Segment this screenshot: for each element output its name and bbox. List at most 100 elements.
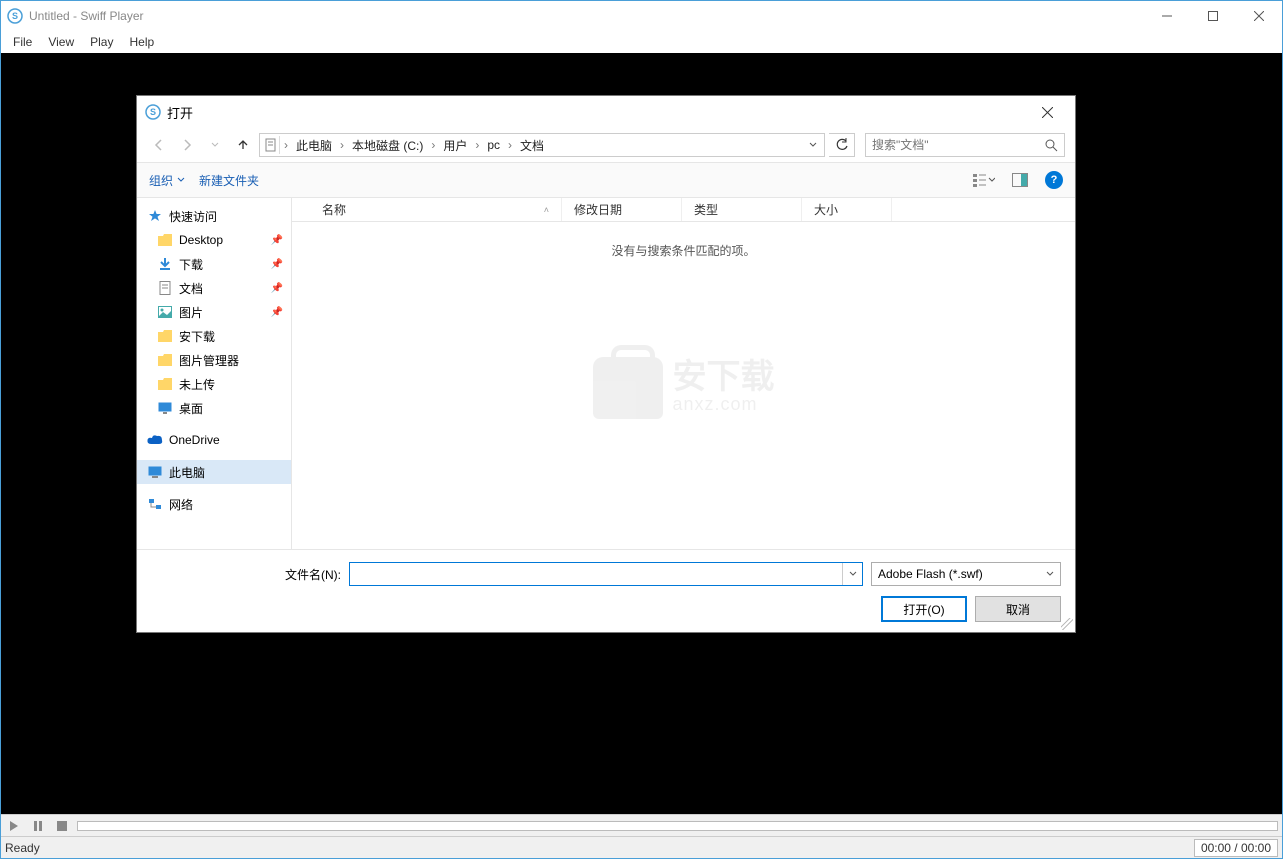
file-open-dialog: S 打开 › 此电脑 › 本地磁盘 (C:) › 用户 [136,95,1076,633]
play-button[interactable] [5,818,23,834]
tree-picmgr[interactable]: 图片管理器 [137,348,291,372]
dialog-titlebar: S 打开 [137,96,1075,128]
tree-label: 安下载 [179,328,215,345]
open-button[interactable]: 打开(O) [881,596,967,622]
cloud-icon [147,432,163,448]
column-size[interactable]: 大小 [802,198,892,221]
view-mode-button[interactable] [973,169,995,191]
minimize-button[interactable] [1144,1,1190,31]
up-button[interactable] [231,133,255,157]
new-folder-button[interactable]: 新建文件夹 [199,172,259,189]
empty-message: 没有与搜索条件匹配的项。 [292,222,1075,549]
monitor-icon [157,400,173,416]
resize-grip[interactable] [1061,618,1073,630]
dialog-close-button[interactable] [1027,98,1067,126]
column-type[interactable]: 类型 [682,198,802,221]
tree-downloads[interactable]: 下载 📌 [137,252,291,276]
sort-icon: ˄ [544,205,549,215]
window-title: Untitled - Swiff Player [29,9,144,23]
tree-label: 下载 [179,256,203,273]
dialog-body: 快速访问 Desktop📌 下载📌 文档📌 图片📌 安下载 图片管理器 未上传 … [137,198,1075,549]
column-date[interactable]: 修改日期 [562,198,682,221]
filename-combo[interactable] [349,562,863,586]
back-button[interactable] [147,133,171,157]
preview-pane-button[interactable] [1009,169,1031,191]
tree-label: 图片 [179,304,203,321]
filename-label: 文件名(N): [151,566,341,583]
organize-label: 组织 [149,172,173,189]
refresh-button[interactable] [829,133,855,157]
picture-icon [157,304,173,320]
maximize-button[interactable] [1190,1,1236,31]
nav-row: › 此电脑 › 本地磁盘 (C:) › 用户 › pc › 文档 [137,128,1075,162]
column-name[interactable]: 名称˄ [292,198,562,221]
transport-bar [1,814,1282,836]
tree-adown[interactable]: 安下载 [137,324,291,348]
pause-button[interactable] [29,818,47,834]
menu-help[interactable]: Help [121,33,162,51]
tree-label: 快速访问 [169,208,217,225]
dialog-title: 打开 [167,103,1027,122]
chevron-right-icon: › [506,138,514,152]
svg-text:S: S [12,11,18,21]
tree-documents[interactable]: 文档 📌 [137,276,291,300]
file-list-area: 名称˄ 修改日期 类型 大小 没有与搜索条件匹配的项。 安下载 anxz.com [292,198,1075,549]
pin-icon: 📌 [271,259,283,270]
svg-text:S: S [150,107,156,117]
pc-icon [147,464,163,480]
tree-label: 桌面 [179,400,203,417]
breadcrumb-segment[interactable]: 用户 [439,134,471,156]
folder-icon [157,352,173,368]
pin-icon: 📌 [271,235,283,246]
filename-input[interactable] [350,563,842,585]
tree-label: 文档 [179,280,203,297]
search-icon[interactable] [1045,139,1058,152]
close-button[interactable] [1236,1,1282,31]
help-button[interactable]: ? [1045,171,1063,189]
tree-label: 此电脑 [169,464,205,481]
tree-network[interactable]: 网络 [137,492,291,516]
breadcrumb-segment[interactable]: 此电脑 [292,134,336,156]
chevron-down-icon [1046,570,1054,578]
address-bar[interactable]: › 此电脑 › 本地磁盘 (C:) › 用户 › pc › 文档 [259,133,825,157]
cancel-button[interactable]: 取消 [975,596,1061,622]
star-icon [147,208,163,224]
dialog-toolbar: 组织 新建文件夹 ? [137,162,1075,198]
chevron-right-icon: › [282,138,290,152]
breadcrumb-segment[interactable]: 本地磁盘 (C:) [348,134,427,156]
search-box[interactable] [865,133,1065,157]
tree-quick-access[interactable]: 快速访问 [137,204,291,228]
filetype-combo[interactable]: Adobe Flash (*.swf) [871,562,1061,586]
chevron-right-icon: › [338,138,346,152]
menu-play[interactable]: Play [82,33,121,51]
organize-button[interactable]: 组织 [149,172,185,189]
search-input[interactable] [872,138,1045,152]
tree-desktop[interactable]: Desktop📌 [137,228,291,252]
network-icon [147,496,163,512]
chevron-right-icon: › [429,138,437,152]
folder-icon [157,376,173,392]
tree-pictures[interactable]: 图片📌 [137,300,291,324]
column-headers: 名称˄ 修改日期 类型 大小 [292,198,1075,222]
forward-button[interactable] [175,133,199,157]
tree-label: 未上传 [179,376,215,393]
breadcrumb-segment[interactable]: 文档 [516,134,548,156]
stage: S 打开 › 此电脑 › 本地磁盘 (C:) › 用户 [1,53,1282,814]
filename-dropdown-icon[interactable] [842,563,862,585]
tree-onedrive[interactable]: OneDrive [137,428,291,452]
tree-notup[interactable]: 未上传 [137,372,291,396]
tree-desktop2[interactable]: 桌面 [137,396,291,420]
tree-this-pc[interactable]: 此电脑 [137,460,291,484]
breadcrumb-segment[interactable]: pc [483,134,504,156]
pin-icon: 📌 [271,283,283,294]
address-dropdown-icon[interactable] [804,141,822,149]
folder-icon [157,328,173,344]
recent-dropdown[interactable] [203,133,227,157]
seek-bar[interactable] [77,821,1278,831]
menu-file[interactable]: File [5,33,40,51]
titlebar: S Untitled - Swiff Player [1,1,1282,31]
chevron-down-icon [177,176,185,184]
stop-button[interactable] [53,818,71,834]
menubar: File View Play Help [1,31,1282,53]
menu-view[interactable]: View [40,33,82,51]
